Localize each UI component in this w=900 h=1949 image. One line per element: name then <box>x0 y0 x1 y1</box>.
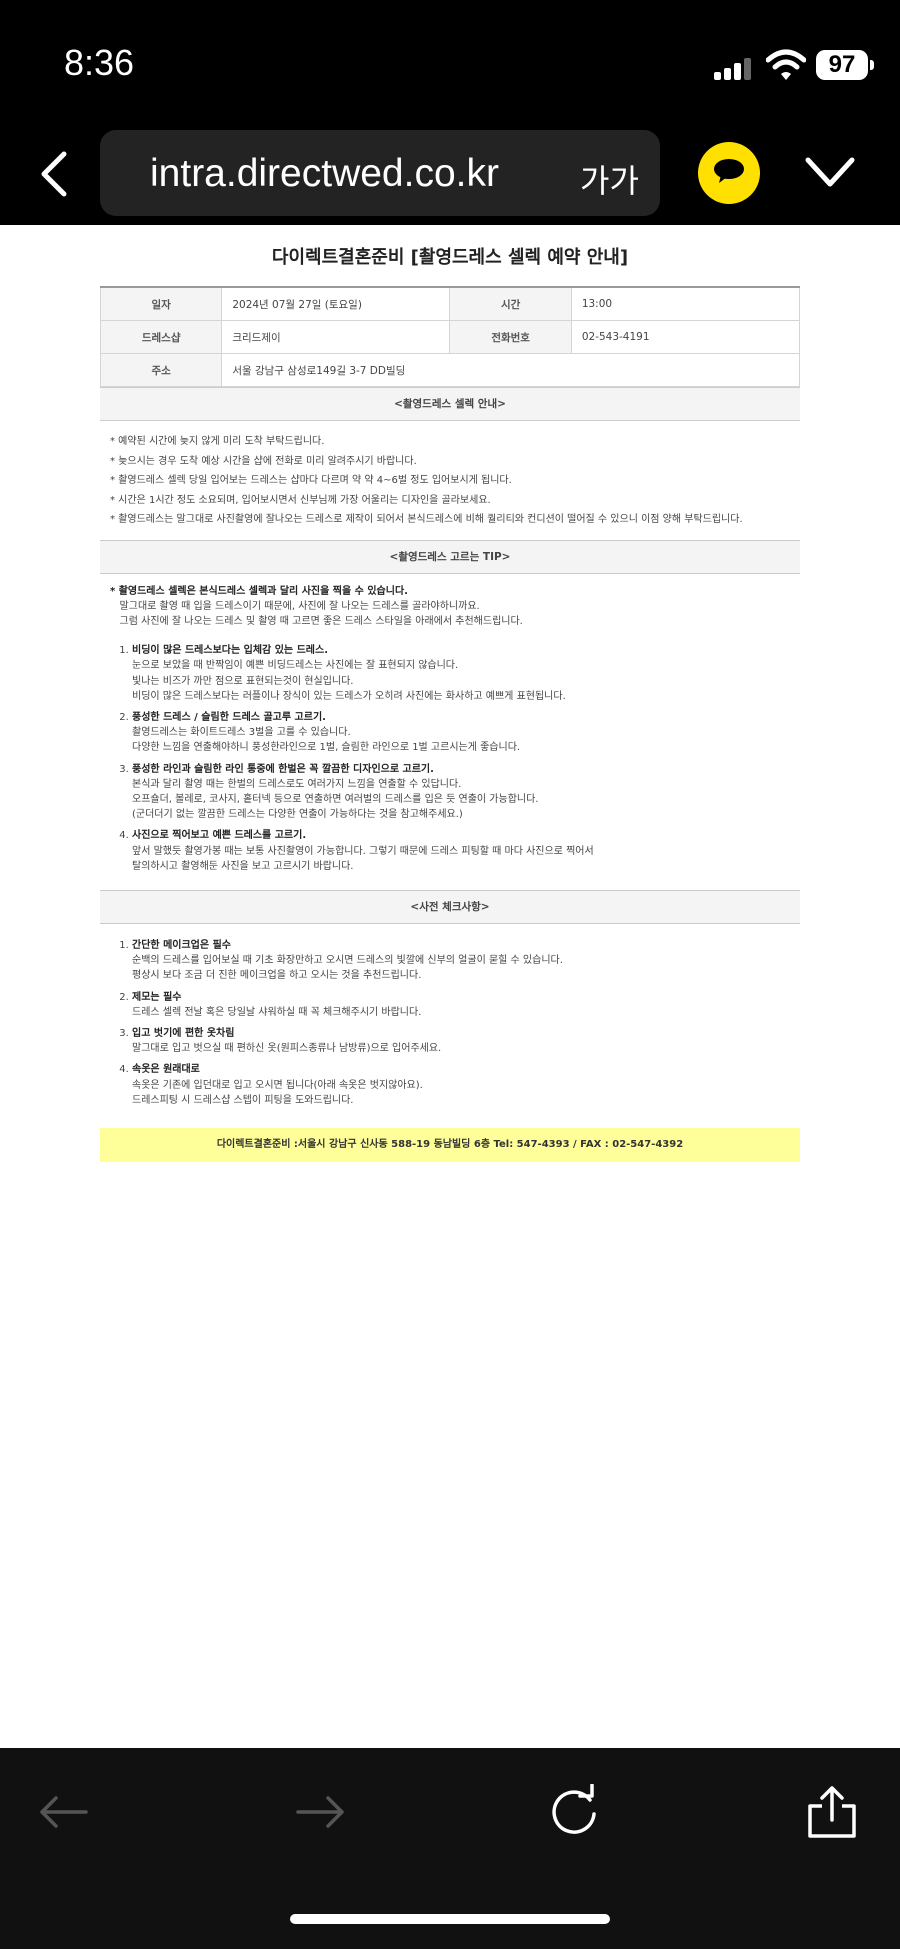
table-row: 드레스샵 크리드제이 전화번호 02-543-4191 <box>99 320 801 354</box>
time-label: 시간 <box>449 286 572 321</box>
address-value: 서울 강남구 삼성로149길 3-7 DD빌딩 <box>221 353 800 387</box>
tip-line: 오프숄더, 볼레로, 코사지, 홑터넥 등으로 연출하면 여러벌의 드레스를 입… <box>132 793 539 805</box>
check-section: 간단한 메이크업은 필수 순백의 드레스를 입어보실 때 기초 화장만하고 오시… <box>100 924 800 1124</box>
tip-section-header: <촬영드레스 고르는 TIP> <box>100 539 800 574</box>
browser-toolbar: intra.directwed.co.kr 가가 <box>0 130 900 225</box>
tip-title: 풍성한 드레스 / 슬림한 드레스 골고루 고르기. <box>132 711 326 723</box>
check-title: 제모는 필수 <box>132 991 182 1003</box>
table-row: 일자 2024년 07월 27일 (토요일) 시간 13:00 <box>99 286 801 321</box>
tip-title: 사진으로 찍어보고 예쁜 드레스를 고르기. <box>132 830 307 842</box>
status-time: 8:36 <box>64 42 135 83</box>
list-item: 간단한 메이크업은 필수 순백의 드레스를 입어보실 때 기초 화장만하고 오시… <box>132 938 790 984</box>
tip-line: 본식과 달리 촬영 때는 한벌의 드레스로도 여러가지 느낌을 연출할 수 있답… <box>132 778 462 790</box>
check-line: 순백의 드레스를 입어보실 때 기초 화장만하고 오시면 드레스의 빛깔에 신부… <box>132 955 563 967</box>
list-item: * 촬영드레스는 말그대로 사진촬영에 잘나오는 드레스로 제작이 되어서 본식… <box>110 514 743 525</box>
phone-label: 전화번호 <box>449 320 572 354</box>
phone-value[interactable]: 02-543-4191 <box>570 320 801 354</box>
table-row: 주소 서울 강남구 삼성로149길 3-7 DD빌딩 <box>99 353 800 387</box>
shop-label: 드레스샵 <box>99 320 223 354</box>
list-item: * 시간은 1시간 정도 소요되며, 입어보시면서 신부님께 가장 어울리는 디… <box>110 494 491 506</box>
check-title: 입고 벗기에 편한 옷차림 <box>132 1027 235 1039</box>
tip-line: (군더더기 없는 깔끔한 드레스는 다양한 연출이 가능하다는 것을 참고해주세… <box>132 809 463 821</box>
back-chevron-icon[interactable] <box>36 150 72 198</box>
arrow-right-icon[interactable] <box>292 1784 348 1840</box>
tip-title: 비딩이 많은 드레스보다는 입체감 있는 드레스. <box>132 645 329 657</box>
arrow-left-icon[interactable] <box>36 1784 92 1840</box>
share-icon[interactable] <box>804 1784 860 1840</box>
check-line: 드레스 셀렉 전날 혹은 당일날 샤워하실 때 꼭 체크해주시기 바랍니다. <box>132 1006 422 1018</box>
check-section-header: <사전 체크사항> <box>100 889 800 924</box>
company-footer: 다이렉트결혼준비 :서울시 강남구 신사동 588-19 동남빌딩 6층 Tel… <box>100 1127 800 1162</box>
chevron-down-icon[interactable] <box>804 156 856 188</box>
home-indicator <box>290 1914 610 1924</box>
tip-line: 탈의하시고 촬영해둔 사진을 보고 고르시기 바랍니다. <box>132 860 354 872</box>
check-list: 간단한 메이크업은 필수 순백의 드레스를 입어보실 때 기초 화장만하고 오시… <box>110 938 790 1108</box>
address-label: 주소 <box>99 353 223 387</box>
page-title: 다이렉트결혼준비 [촬영드레스 셀렉 예약 안내] <box>271 247 629 268</box>
font-size-button[interactable]: 가가 <box>580 156 639 202</box>
tip-lead-line: 그럼 사진에 잘 나오는 드레스 및 촬영 때 고르면 좋은 드레스 스타일을 … <box>119 615 523 627</box>
guide-notes: * 예약된 시간에 늦지 않게 미리 도착 부탁드립니다. * 늦으시는 경우 … <box>100 421 800 540</box>
tip-lead: * 촬영드레스 셀렉은 본식드레스 셀렉과 달리 사진을 찍을 수 있습니다. … <box>110 584 790 630</box>
list-item: 풍성한 드레스 / 슬림한 드레스 골고루 고르기. 촬영드레스는 화이트드레스… <box>132 710 790 756</box>
tip-title: 풍성한 라인과 슬림한 라인 통중에 한벌은 꼭 깔끔한 디자인으로 고르기. <box>132 763 434 775</box>
tip-section: * 촬영드레스 셀렉은 본식드레스 셀렉과 달리 사진을 찍을 수 있습니다. … <box>100 574 800 890</box>
tip-list: 비딩이 많은 드레스보다는 입체감 있는 드레스. 눈으로 보았을 때 반짝임이… <box>110 643 790 874</box>
list-item: 입고 벗기에 편한 옷차림 말그대로 입고 벗으실 때 편하신 옷(원피스종류나… <box>132 1026 790 1056</box>
guide-section-header: <촬영드레스 셀렉 안내> <box>100 387 800 421</box>
list-item: * 촬영드레스 셀렉 당일 입어보는 드레스는 샵마다 다르며 약 약 4~6벌… <box>110 475 512 486</box>
tip-line: 눈으로 보았을 때 반짝임이 예쁜 비딩드레스는 사진에는 잘 표현되지 않습니… <box>132 660 459 672</box>
talk-icon <box>714 159 744 183</box>
check-line: 평상시 보다 조금 더 진한 메이크업을 하고 오시는 것을 추천드립니다. <box>132 970 422 982</box>
list-item: 사진으로 찍어보고 예쁜 드레스를 고르기. 앞서 말했듯 촬영가봉 때는 보통… <box>132 828 790 874</box>
list-item: 비딩이 많은 드레스보다는 입체감 있는 드레스. 눈으로 보았을 때 반짝임이… <box>132 643 790 704</box>
battery-tip <box>870 60 874 70</box>
tip-lead-bold: * 촬영드레스 셀렉은 본식드레스 셀렉과 달리 사진을 찍을 수 있습니다. <box>110 585 408 597</box>
tip-line: 촬영드레스는 화이트드레스 3벌을 고를 수 있습니다. <box>132 727 351 739</box>
list-item: 제모는 필수 드레스 셀렉 전날 혹은 당일날 샤워하실 때 꼭 체크해주시기 … <box>132 990 790 1020</box>
tip-line: 다양한 느낌을 연출해야하니 풍성한라인으로 1벌, 슬림한 라인으로 1벌 고… <box>132 742 521 754</box>
document: 다이렉트결혼준비 [촬영드레스 셀렉 예약 안내] 일자 2024년 07월 2… <box>99 225 801 1162</box>
signal-icon <box>714 58 754 80</box>
date-label: 일자 <box>99 286 223 321</box>
wifi-icon <box>766 49 806 80</box>
address-bar[interactable]: intra.directwed.co.kr 가가 <box>100 130 660 216</box>
check-line: 속옷은 기존에 입던대로 입고 오시면 됩니다(아래 속옷은 벗지않아요). <box>132 1079 423 1091</box>
list-item: * 예약된 시간에 늦지 않게 미리 도착 부탁드립니다. <box>110 436 325 447</box>
tip-lead-line: 말그대로 촬영 때 입을 드레스이기 때문에, 사진에 잘 나오는 드레스를 골… <box>119 600 480 612</box>
check-line: 드레스피팅 시 드레스샵 스텝이 피팅을 도와드립니다. <box>132 1094 354 1106</box>
reload-icon[interactable] <box>546 1784 602 1840</box>
tip-line: 비딩이 많은 드레스보다는 러플이나 장식이 있는 드레스가 오히려 사진에는 … <box>132 690 566 702</box>
time-value: 13:00 <box>570 286 801 321</box>
list-item: * 늦으시는 경우 도착 예상 시간을 샵에 전화로 미리 알려주시기 바랍니다… <box>110 455 417 467</box>
list-item: 풍성한 라인과 슬림한 라인 통중에 한벌은 꼭 깔끔한 디자인으로 고르기. … <box>132 762 790 823</box>
status-bar: 8:36 97 <box>0 0 900 130</box>
tip-line: 앞서 말했듯 촬영가봉 때는 보통 사진촬영이 가능합니다. 그렇기 때문에 드… <box>132 845 594 857</box>
tip-line: 빛나는 비즈가 까만 점으로 표현되는것이 현실입니다. <box>132 675 354 687</box>
date-value: 2024년 07월 27일 (토요일) <box>221 286 451 321</box>
url-text: intra.directwed.co.kr <box>150 152 499 195</box>
talk-button[interactable] <box>698 142 760 204</box>
list-item: 속옷은 원래대로 속옷은 기존에 입던대로 입고 오시면 됩니다(아래 속옷은 … <box>132 1062 790 1108</box>
check-title: 간단한 메이크업은 필수 <box>132 939 231 951</box>
battery-indicator: 97 <box>816 50 868 80</box>
shop-value: 크리드제이 <box>221 320 451 354</box>
check-line: 말그대로 입고 벗으실 때 편하신 옷(원피스종류나 남방류)으로 입어주세요. <box>132 1043 442 1055</box>
reservation-info-table: 일자 2024년 07월 27일 (토요일) 시간 13:00 드레스샵 크리드… <box>99 286 801 387</box>
check-title: 속옷은 원래대로 <box>132 1064 200 1076</box>
